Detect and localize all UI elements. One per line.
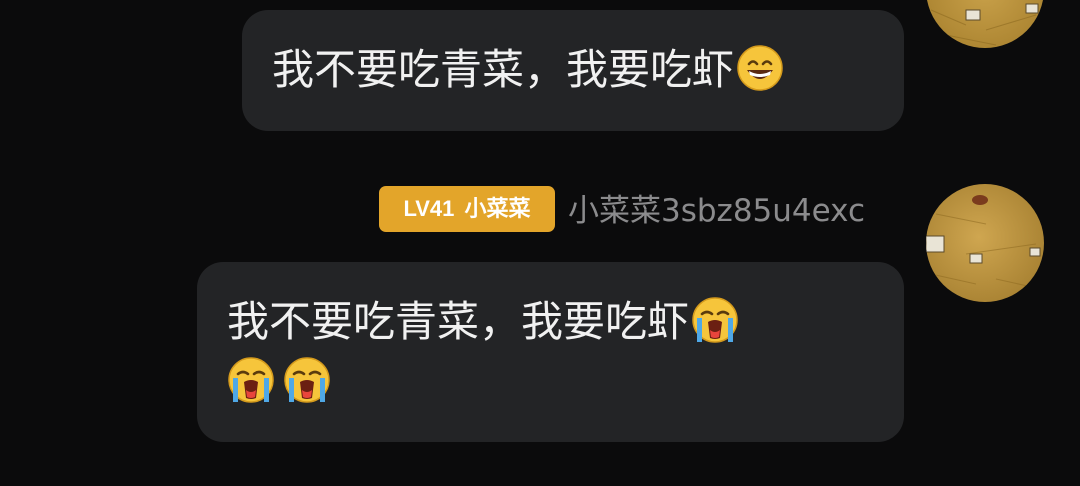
message-bubble[interactable]: 我不要吃青菜，我要吃虾 (197, 262, 904, 442)
avatar[interactable] (926, 0, 1044, 48)
message-emoji-line (227, 352, 874, 412)
sender-name[interactable]: 小菜菜3sbz85u4exc (568, 188, 865, 234)
message-text-line: 我不要吃青菜，我要吃虾 (272, 40, 874, 100)
avatar[interactable] (926, 184, 1044, 302)
message-bubble[interactable]: 我不要吃青菜，我要吃虾 (242, 10, 904, 131)
loudly-crying-face-emoji-icon (284, 357, 330, 403)
grinning-face-emoji-icon (737, 45, 783, 91)
message-text: 我不要吃青菜，我要吃虾 (227, 297, 690, 346)
message-text: 我不要吃青菜，我要吃虾 (272, 45, 735, 94)
avatar-image (926, 0, 1044, 48)
loudly-crying-face-emoji-icon (692, 297, 738, 343)
level-title: 小菜菜 (464, 196, 531, 221)
level-badge[interactable]: LV41 小菜菜 (379, 186, 555, 232)
avatar-image (926, 184, 1044, 302)
loudly-crying-face-emoji-icon (228, 357, 274, 403)
level-text: LV41 (403, 196, 455, 221)
message-text-line: 我不要吃青菜，我要吃虾 (227, 292, 874, 352)
